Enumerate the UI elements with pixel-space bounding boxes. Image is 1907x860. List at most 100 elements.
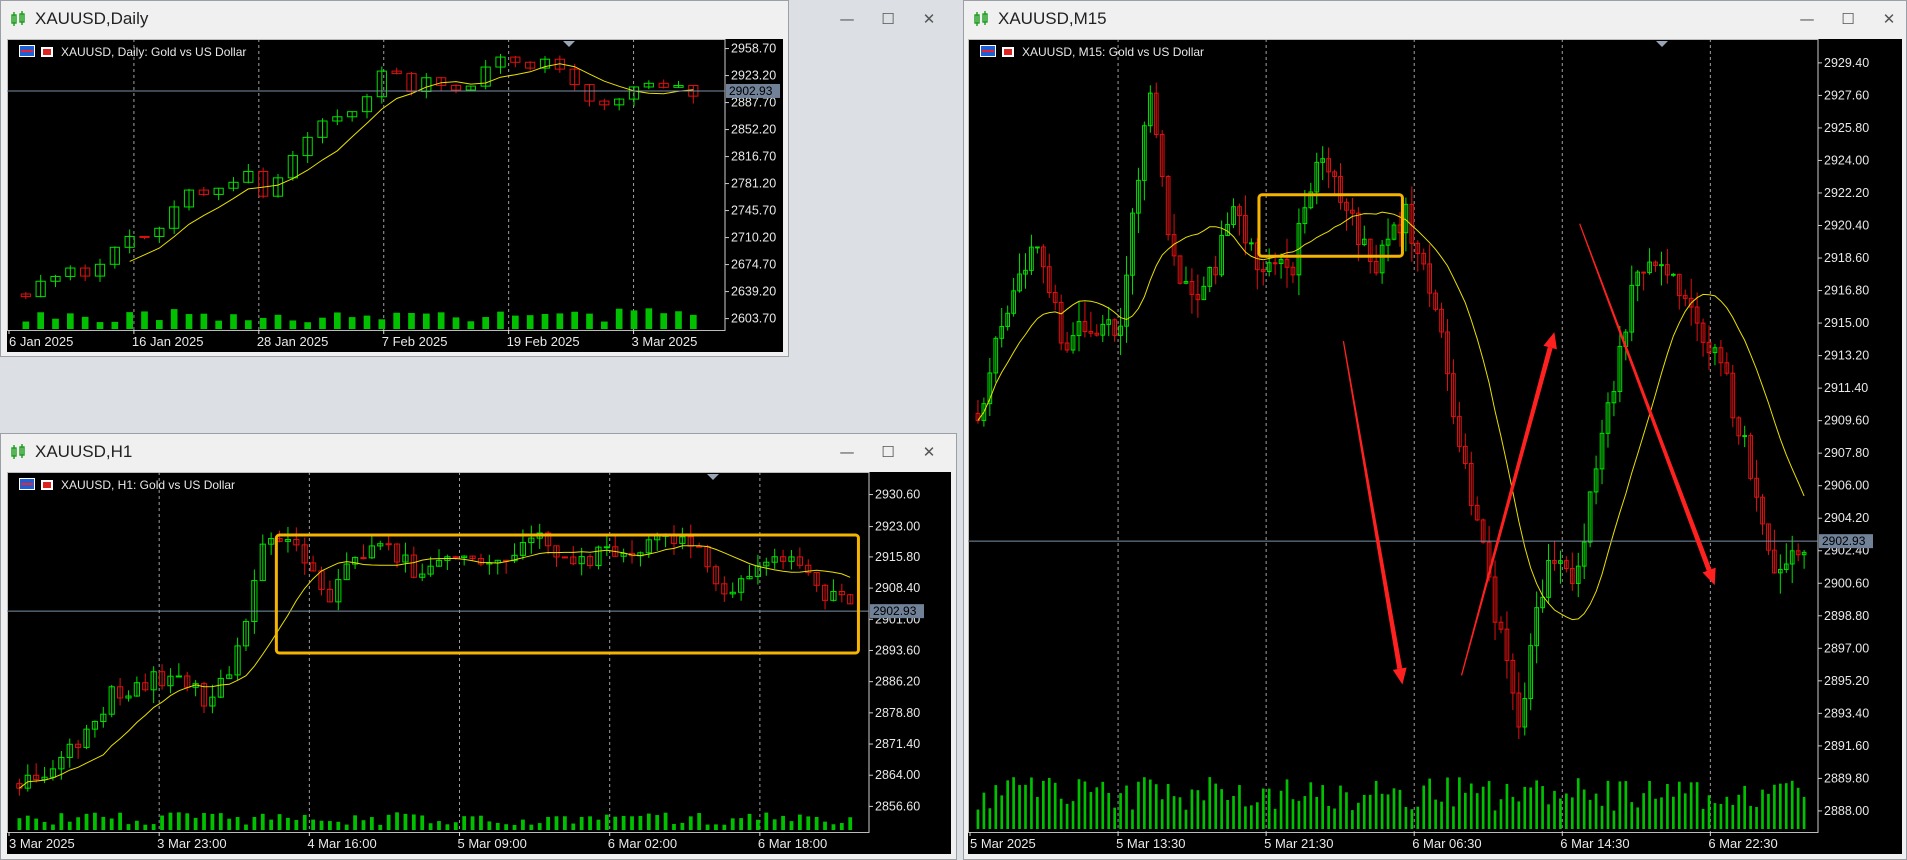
y-tick-label: 2929.40 — [1824, 56, 1869, 70]
bear-candle — [1272, 262, 1278, 265]
x-tick-label: 5 Mar 21:30 — [1264, 836, 1333, 851]
trend-arrow-head — [1702, 567, 1716, 586]
bull-candle — [1249, 242, 1254, 245]
m15-titlebar[interactable]: XAUUSD,M15 — ☐ ✕ — [964, 1, 1906, 37]
daily-titlebar[interactable]: XAUUSD,Daily — ☐ ✕ — [1, 1, 935, 37]
y-tick-label: 2913.20 — [1824, 349, 1869, 363]
h1-plot-area[interactable]: XAUUSD, H1: Gold vs US Dollar 3 Mar 2025… — [7, 472, 951, 854]
candlestick-icon — [11, 444, 25, 459]
m15-chart-window[interactable]: XAUUSD,M15 — ☐ ✕ XAUUSD, M15: Gold vs US… — [963, 0, 1907, 860]
bull-candle — [1671, 273, 1676, 276]
window-title: XAUUSD,H1 — [35, 442, 133, 461]
bull-candle — [1742, 435, 1748, 438]
x-tick-label: 6 Mar 14:30 — [1560, 836, 1629, 851]
y-tick-label: 2916.80 — [1824, 284, 1869, 298]
h1-chart-window[interactable]: XAUUSD,H1 — ☐ ✕ XAUUSD, H1: Gold vs US D… — [0, 433, 957, 860]
x-tick-label: 19 Feb 2025 — [507, 334, 580, 349]
y-tick-label: 2871.40 — [875, 737, 920, 751]
bear-candle — [1641, 271, 1646, 274]
y-tick-label: 2958.70 — [731, 42, 776, 56]
daily-chart: 6 Jan 2025 16 Jan 2025 28 Jan 2025 7 Feb 20… — [7, 39, 780, 349]
trend-arrow — [1342, 341, 1407, 685]
daily-plot-area[interactable]: XAUUSD, Daily: Gold vs US Dollar 6 Jan 2… — [7, 39, 783, 352]
y-tick-label: 2911.40 — [1824, 381, 1868, 395]
bull-candle — [603, 546, 610, 549]
y-tick-label: 2888.00 — [1824, 804, 1869, 818]
y-tick-label: 2893.60 — [875, 643, 920, 657]
maximize-button[interactable]: ☐ — [873, 7, 903, 31]
trend-arrow — [1579, 223, 1716, 586]
y-tick-label: 2909.60 — [1824, 414, 1869, 428]
y-tick-label: 2889.80 — [1824, 771, 1869, 785]
minimize-button[interactable]: — — [832, 7, 862, 31]
y-tick-label: 2895.20 — [1824, 674, 1869, 688]
highlight-rectangle — [1257, 193, 1404, 258]
plot-frame — [968, 39, 1819, 833]
chart-label-text: XAUUSD, H1: Gold vs US Dollar — [61, 478, 236, 492]
y-tick-label: 2898.80 — [1824, 609, 1869, 623]
y-tick-label: 2907.80 — [1824, 446, 1869, 460]
minimize-button[interactable]: — — [1792, 7, 1822, 31]
y-tick-label: 2915.80 — [875, 550, 920, 564]
close-button[interactable]: ✕ — [914, 440, 944, 464]
y-tick-label: 2710.20 — [731, 231, 776, 245]
x-tick-label: 3 Mar 2025 — [632, 334, 698, 349]
bear-candle — [385, 543, 392, 546]
scroll-marker — [1656, 41, 1668, 47]
y-tick-label: 2918.60 — [1824, 251, 1869, 265]
y-tick-label: 2927.60 — [1824, 88, 1869, 102]
x-tick-label: 7 Feb 2025 — [382, 334, 448, 349]
close-button[interactable]: ✕ — [1874, 7, 1904, 31]
close-button[interactable]: ✕ — [914, 7, 944, 31]
scroll-marker — [707, 474, 719, 480]
moving-average-line — [19, 545, 851, 789]
x-tick-label: 6 Mar 22:30 — [1708, 836, 1777, 851]
x-tick-label: 5 Mar 2025 — [970, 836, 1036, 851]
y-tick-label: 2915.00 — [1824, 316, 1869, 330]
y-tick-label: 2893.40 — [1824, 706, 1869, 720]
x-tick-label: 16 Jan 2025 — [132, 334, 204, 349]
y-tick-label: 2891.60 — [1824, 739, 1869, 753]
y-tick-label: 2904.20 — [1824, 511, 1869, 525]
minimize-button[interactable]: — — [832, 440, 862, 464]
maximize-button[interactable]: ☐ — [873, 440, 903, 464]
m15-plot-area[interactable]: XAUUSD, M15: Gold vs US Dollar 5 Mar 202… — [968, 39, 1902, 854]
x-tick-label: 4 Mar 16:00 — [307, 836, 376, 851]
bull-candle — [1659, 264, 1664, 267]
candlestick-icon — [974, 11, 988, 26]
maximize-button[interactable]: ☐ — [1833, 7, 1863, 31]
y-tick-label: 2925.80 — [1824, 121, 1869, 135]
m15-chart: 5 Mar 2025 5 Mar 13:30 5 Mar 21:30 6 Mar 06… — [968, 39, 1873, 851]
bear-candle — [561, 556, 568, 559]
daily-chart-window[interactable]: XAUUSD,Daily — ☐ ✕ XAUUSD, Daily: Gold v… — [0, 0, 935, 357]
x-tick-label: 28 Jan 2025 — [257, 334, 329, 349]
chart-label-text: XAUUSD, M15: Gold vs US Dollar — [1022, 45, 1205, 59]
y-tick-label: 2906.00 — [1824, 479, 1869, 493]
bear-candle — [452, 556, 459, 559]
chart-label: XAUUSD, M15: Gold vs US Dollar — [980, 45, 1204, 59]
current-price-label: 2902.93 — [729, 84, 773, 98]
y-tick-label: 2816.70 — [731, 150, 776, 164]
y-tick-label: 2674.70 — [731, 258, 776, 272]
y-tick-label: 2781.20 — [731, 177, 776, 191]
y-tick-label: 2603.70 — [731, 312, 776, 326]
h1-chart: 3 Mar 2025 3 Mar 23:00 4 Mar 16:00 5 Mar 09… — [7, 472, 924, 851]
y-tick-label: 2923.20 — [731, 69, 776, 83]
y-tick-label: 2639.20 — [731, 285, 776, 299]
chart-icon — [41, 47, 53, 57]
x-tick-label: 5 Mar 09:00 — [458, 836, 527, 851]
y-tick-label: 2886.20 — [875, 675, 920, 689]
y-tick-label: 2924.00 — [1824, 153, 1869, 167]
y-tick-label: 2900.60 — [1824, 576, 1869, 590]
chart-label: XAUUSD, Daily: Gold vs US Dollar — [19, 45, 246, 59]
bear-candle — [139, 235, 150, 238]
chart-label: XAUUSD, H1: Gold vs US Dollar — [19, 478, 235, 492]
bull-candle — [175, 675, 182, 678]
trend-arrow-head — [1392, 667, 1407, 685]
y-tick-label: 2897.00 — [1824, 641, 1869, 655]
h1-titlebar[interactable]: XAUUSD,H1 — ☐ ✕ — [1, 434, 956, 470]
y-tick-label: 2922.20 — [1824, 186, 1869, 200]
trend-arrow-shaft — [1342, 341, 1403, 670]
moving-average-line — [977, 211, 1805, 621]
y-tick-label: 2908.40 — [875, 581, 920, 595]
